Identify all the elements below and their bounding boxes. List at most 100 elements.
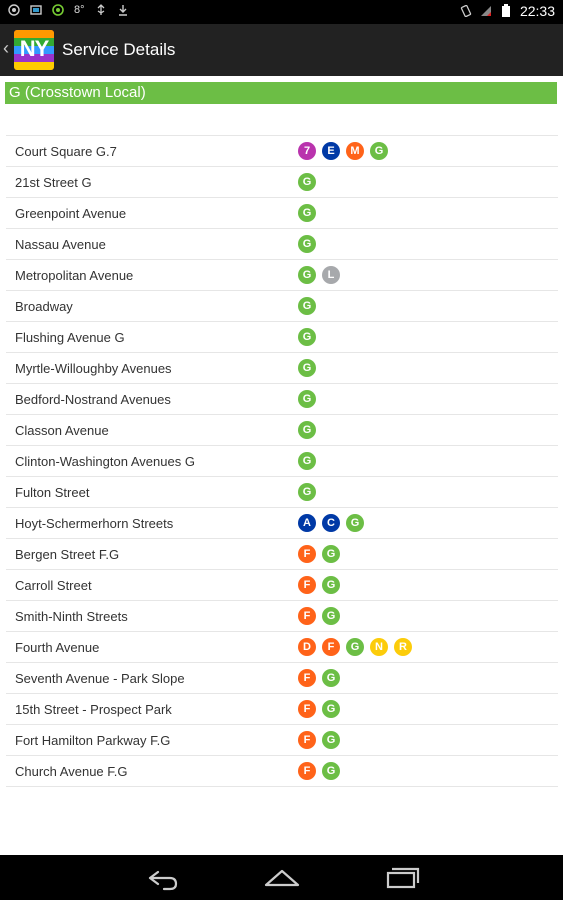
line-bullet-f: F	[298, 731, 316, 749]
station-row[interactable]: Fourth Avenue D F G N R	[6, 631, 558, 662]
station-lines: G	[298, 359, 316, 377]
line-bullet-g: G	[322, 545, 340, 563]
station-row[interactable]: Metropolitan Avenue G L	[6, 259, 558, 290]
station-row[interactable]: Greenpoint Avenue G	[6, 197, 558, 228]
station-lines: G	[298, 483, 316, 501]
line-bullet-g: G	[298, 483, 316, 501]
line-bullet-f: F	[298, 700, 316, 718]
line-bullet-n: N	[370, 638, 388, 656]
station-name: 21st Street G	[15, 175, 92, 190]
station-row[interactable]: Fort Hamilton Parkway F.G F G	[6, 724, 558, 755]
line-bullet-f: F	[298, 545, 316, 563]
station-row[interactable]: 15th Street - Prospect Park F G	[6, 693, 558, 724]
recents-icon[interactable]	[382, 865, 422, 891]
station-name: Seventh Avenue - Park Slope	[15, 671, 185, 686]
station-row[interactable]: Carroll Street F G	[6, 569, 558, 600]
station-name: Metropolitan Avenue	[15, 268, 134, 283]
station-row[interactable]: Court Square G.7 7 E M G	[6, 135, 558, 166]
line-bullet-f: F	[298, 669, 316, 687]
line-bullet-g: G	[298, 421, 316, 439]
line-bullet-g: G	[298, 173, 316, 191]
station-row[interactable]: Myrtle-Willoughby Avenues G	[6, 352, 558, 383]
line-bullet-g: G	[298, 297, 316, 315]
station-name: Flushing Avenue G	[15, 330, 125, 345]
signal-strength-icon	[480, 6, 491, 16]
station-row[interactable]: Church Avenue F.G F G	[6, 755, 558, 787]
battery-icon	[501, 4, 510, 17]
station-row[interactable]: Hoyt-Schermerhorn Streets A C G	[6, 507, 558, 538]
up-navigation-icon[interactable]: ‹	[3, 38, 9, 59]
station-row[interactable]: Nassau Avenue G	[6, 228, 558, 259]
line-bullet-g: G	[298, 328, 316, 346]
station-name: Church Avenue F.G	[15, 764, 128, 779]
home-icon[interactable]	[262, 865, 302, 891]
station-name: Court Square G.7	[15, 144, 117, 159]
line-bullet-d: D	[298, 638, 316, 656]
station-lines: FG	[298, 669, 340, 687]
station-row[interactable]: Fulton Street G	[6, 476, 558, 507]
line-bullet-c: C	[322, 514, 340, 532]
page-title: Service Details	[62, 40, 176, 59]
station-name: 15th Street - Prospect Park	[15, 702, 172, 717]
station-name: Fulton Street	[15, 485, 90, 500]
route-header: G (Crosstown Local)	[5, 82, 557, 104]
line-bullet-g: G	[346, 514, 364, 532]
status-right-icons: 22:33	[460, 3, 555, 19]
app-logo-text: NY	[19, 36, 50, 61]
station-lines: G	[298, 390, 316, 408]
line-bullet-g: G	[298, 204, 316, 222]
station-row[interactable]: Classon Avenue G	[6, 414, 558, 445]
line-bullet-a: A	[298, 514, 316, 532]
station-lines: G	[298, 173, 316, 191]
station-name: Greenpoint Avenue	[15, 206, 127, 221]
station-lines: FG	[298, 762, 340, 780]
station-lines: FG	[298, 545, 340, 563]
station-lines: FG	[298, 700, 340, 718]
signal-label: 8°	[74, 4, 85, 16]
station-row[interactable]: Broadway G	[6, 290, 558, 321]
line-bullet-f: F	[298, 762, 316, 780]
back-icon[interactable]	[142, 865, 182, 891]
station-lines: G	[298, 328, 316, 346]
line-bullet-g: G	[322, 731, 340, 749]
status-left-icons: 8°	[8, 4, 129, 16]
station-name: Carroll Street	[15, 578, 92, 593]
line-bullet-7: 7	[298, 142, 316, 160]
station-list: Court Square G.7 7 E M G 21st Street G G Greenp…	[6, 135, 558, 787]
app-logo[interactable]: NY	[14, 30, 54, 70]
station-lines: G	[298, 452, 316, 470]
navigation-bar	[0, 855, 563, 900]
line-bullet-g: G	[322, 669, 340, 687]
line-bullet-g: G	[322, 762, 340, 780]
rotate-icon	[460, 5, 472, 17]
station-row[interactable]: Clinton-Washington Avenues G G	[6, 445, 558, 476]
station-lines: G	[298, 204, 316, 222]
station-row[interactable]: Bedford-Nostrand Avenues G	[6, 383, 558, 414]
station-name: Smith-Ninth Streets	[15, 609, 128, 624]
station-name: Nassau Avenue	[15, 237, 106, 252]
station-row[interactable]: Flushing Avenue G G	[6, 321, 558, 352]
line-bullet-g: G	[298, 452, 316, 470]
station-row[interactable]: Seventh Avenue - Park Slope F G	[6, 662, 558, 693]
station-lines: FG	[298, 607, 340, 625]
line-bullet-f: F	[322, 638, 340, 656]
line-bullet-g: G	[298, 390, 316, 408]
station-name: Bergen Street F.G	[15, 547, 120, 562]
station-lines: FG	[298, 731, 340, 749]
station-row[interactable]: 21st Street G G	[6, 166, 558, 197]
station-lines: DFGNR	[298, 638, 412, 656]
line-bullet-g: G	[298, 235, 316, 253]
download-icon	[118, 5, 127, 16]
station-row[interactable]: Bergen Street F.G F G	[6, 538, 558, 569]
line-bullet-g: G	[322, 607, 340, 625]
station-lines: G	[298, 297, 316, 315]
line-bullet-l: L	[322, 266, 340, 284]
station-name: Bedford-Nostrand Avenues	[15, 392, 171, 407]
station-row[interactable]: Smith-Ninth Streets F G	[6, 600, 558, 631]
station-name: Classon Avenue	[15, 423, 109, 438]
station-name: Clinton-Washington Avenues G	[15, 454, 195, 469]
station-name: Fourth Avenue	[15, 640, 100, 655]
station-lines: G	[298, 421, 316, 439]
line-bullet-f: F	[298, 576, 316, 594]
station-lines: 7EMG	[298, 142, 388, 160]
